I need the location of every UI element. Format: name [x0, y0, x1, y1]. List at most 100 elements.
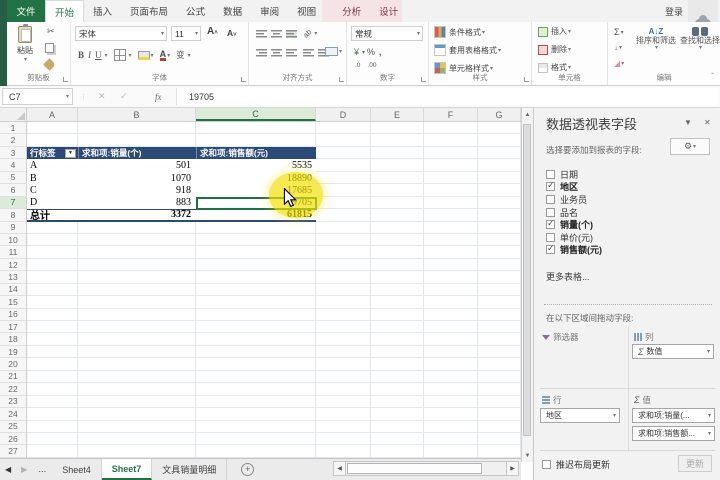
row-header-13[interactable]: 13: [0, 271, 26, 283]
tab-file[interactable]: 文件: [7, 0, 45, 22]
next-sheet-icon[interactable]: ▶: [16, 459, 32, 480]
row-header-26[interactable]: 26: [0, 433, 26, 445]
align-top-icon[interactable]: [256, 30, 267, 38]
row-header-3[interactable]: 3: [0, 147, 26, 159]
underline-dropdown-icon[interactable]: ▾: [105, 52, 108, 59]
sheet-tab-ellipsis[interactable]: ...: [32, 459, 52, 480]
horizontal-scroll-thumb[interactable]: [347, 463, 482, 474]
tab-3[interactable]: 公式: [177, 0, 214, 22]
align-bottom-icon[interactable]: [286, 30, 297, 38]
orientation-icon[interactable]: ab: [301, 27, 313, 39]
row-header-10[interactable]: 10: [0, 234, 26, 246]
tab-1[interactable]: 插入: [84, 0, 121, 22]
number-format-combo[interactable]: 常规▾: [351, 26, 423, 41]
pivot-cell[interactable]: 1070: [78, 172, 196, 184]
contextual-tab-0[interactable]: 分析: [333, 0, 370, 22]
tab-5[interactable]: 审阅: [251, 0, 288, 22]
pane-close-icon[interactable]: ✕: [704, 118, 711, 127]
row-header-11[interactable]: 11: [0, 246, 26, 258]
bold-button[interactable]: B: [78, 50, 84, 60]
field-checkbox[interactable]: ✓: [546, 245, 555, 254]
sheet-tab-Sheet4[interactable]: Sheet4: [52, 459, 102, 480]
font-name-combo[interactable]: 宋体▾: [75, 26, 167, 41]
name-box[interactable]: C7 ▾: [2, 88, 73, 105]
row-header-2[interactable]: 2: [0, 134, 26, 146]
scroll-down-icon[interactable]: ▼: [521, 449, 533, 462]
values-area-item-qty[interactable]: 求和项:销量(...▾: [632, 408, 715, 423]
accounting-dropdown-icon[interactable]: ▾: [362, 49, 365, 56]
row-header-22[interactable]: 22: [0, 383, 26, 395]
horizontal-scrollbar[interactable]: ◀ ▶: [333, 461, 519, 476]
worksheet[interactable]: ABCDEFG 12345678910111213141516171819202…: [0, 108, 521, 458]
field-checkbox[interactable]: [546, 208, 555, 217]
pivot-cell[interactable]: 501: [78, 159, 196, 171]
row-header-15[interactable]: 15: [0, 296, 26, 308]
align-left-icon[interactable]: [256, 49, 267, 57]
enter-button[interactable]: ✓: [120, 88, 128, 105]
row-header-14[interactable]: 14: [0, 284, 26, 296]
find-select-button[interactable]: 查找和选择 ▾: [679, 27, 720, 52]
vertical-scroll-thumb[interactable]: [523, 124, 531, 436]
prev-sheet-icon[interactable]: ◀: [0, 459, 16, 480]
pane-options-icon[interactable]: ▼: [684, 118, 692, 127]
contextual-tab-1[interactable]: 设计: [370, 0, 407, 22]
select-all-corner[interactable]: [0, 108, 27, 122]
column-header-D[interactable]: D: [316, 108, 371, 121]
align-middle-icon[interactable]: [271, 30, 282, 38]
row-header-12[interactable]: 12: [0, 259, 26, 271]
styles-dialog-launcher[interactable]: [524, 77, 529, 82]
column-header-F[interactable]: F: [424, 108, 478, 121]
field-item-2[interactable]: 业务员: [546, 193, 714, 206]
decrease-indent-icon[interactable]: [303, 49, 314, 57]
field-checkbox[interactable]: [546, 170, 555, 179]
new-sheet-button[interactable]: +: [241, 463, 254, 476]
field-item-5[interactable]: 单价(元): [546, 231, 714, 244]
hscroll-track[interactable]: [346, 461, 506, 476]
hscroll-left-icon[interactable]: ◀: [333, 461, 346, 476]
columns-area-item[interactable]: Σ 数值▾: [632, 344, 714, 359]
sheet-tab-Sheet7[interactable]: Sheet7: [102, 459, 153, 480]
scroll-up-icon[interactable]: ▲: [521, 108, 533, 121]
field-checkbox[interactable]: [546, 195, 555, 204]
column-header-E[interactable]: E: [371, 108, 424, 121]
row-header-8[interactable]: 8: [0, 209, 26, 221]
merge-dropdown-icon[interactable]: ▾: [339, 48, 342, 55]
field-item-1[interactable]: ✓地区: [546, 181, 714, 194]
tools-button[interactable]: ⚙ ▾: [670, 138, 710, 155]
row-header-18[interactable]: 18: [0, 333, 26, 345]
insert-function-button[interactable]: fx: [155, 88, 162, 105]
row-header-25[interactable]: 25: [0, 421, 26, 433]
pivot-cell[interactable]: 883: [78, 197, 196, 209]
accounting-format-icon[interactable]: ¥: [354, 47, 359, 57]
borders-dropdown-icon[interactable]: ▾: [129, 52, 132, 59]
font-size-combo[interactable]: 11▾: [171, 26, 201, 41]
font-color-button[interactable]: A: [160, 50, 167, 61]
row-header-17[interactable]: 17: [0, 321, 26, 333]
pivot-cell[interactable]: 5535: [196, 159, 316, 171]
row-header-1[interactable]: 1: [0, 122, 26, 134]
delete-cells-button[interactable]: 删除▾: [538, 44, 571, 55]
row-header-20[interactable]: 20: [0, 358, 26, 370]
row-header-9[interactable]: 9: [0, 222, 26, 234]
phonetic-dropdown-icon[interactable]: ▾: [188, 52, 191, 59]
row-header-5[interactable]: 5: [0, 172, 26, 184]
sort-filter-button[interactable]: A↓Z 排序和筛选 ▾: [635, 27, 677, 52]
hscroll-right-icon[interactable]: ▶: [506, 461, 519, 476]
font-dialog-launcher[interactable]: [241, 77, 246, 82]
percent-style-button[interactable]: %: [367, 47, 375, 57]
fill-button[interactable]: ↓▾: [614, 43, 622, 52]
autosum-button[interactable]: Σ▾: [614, 27, 624, 37]
alignment-dialog-launcher[interactable]: [339, 77, 344, 82]
row-header-7[interactable]: 7: [0, 197, 26, 209]
decrease-decimal-icon[interactable]: .00: [367, 62, 376, 69]
more-tables-link[interactable]: 更多表格...: [546, 270, 590, 283]
pivot-cell[interactable]: A: [27, 159, 78, 171]
cancel-button[interactable]: ✕: [98, 88, 106, 105]
field-item-4[interactable]: ✓销量(个): [546, 218, 714, 231]
clear-button[interactable]: ◢▾: [614, 59, 624, 68]
tab-2[interactable]: 页面布局: [121, 0, 177, 22]
pivot-cell[interactable]: C: [27, 184, 78, 196]
values-area-item-amount[interactable]: 求和项:销售额...▾: [632, 426, 715, 441]
tab-4[interactable]: 数据: [214, 0, 251, 22]
formula-input[interactable]: 19705: [176, 88, 718, 105]
